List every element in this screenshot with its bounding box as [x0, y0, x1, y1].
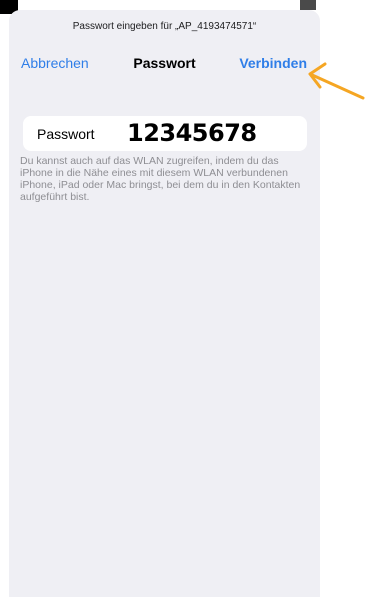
cancel-button[interactable]: Abbrechen	[21, 55, 89, 71]
wifi-sharing-hint: Du kannst auch auf das WLAN zugreifen, i…	[20, 155, 301, 203]
network-prompt: Passwort eingeben für „AP_4193474571“	[72, 21, 257, 32]
password-input[interactable]	[127, 118, 299, 148]
password-field-row[interactable]: Passwort	[23, 116, 307, 151]
backdrop-edge	[300, 0, 316, 10]
nav-bar: Passwort Abbrechen Verbinden	[9, 55, 320, 77]
password-sheet: Passwort eingeben für „AP_4193474571“ Pa…	[9, 10, 320, 597]
screen: Passwort eingeben für „AP_4193474571“ Pa…	[0, 0, 369, 597]
arrow-pointing-left-icon	[308, 62, 365, 100]
password-label: Passwort	[37, 126, 95, 142]
connect-button[interactable]: Verbinden	[239, 55, 307, 71]
